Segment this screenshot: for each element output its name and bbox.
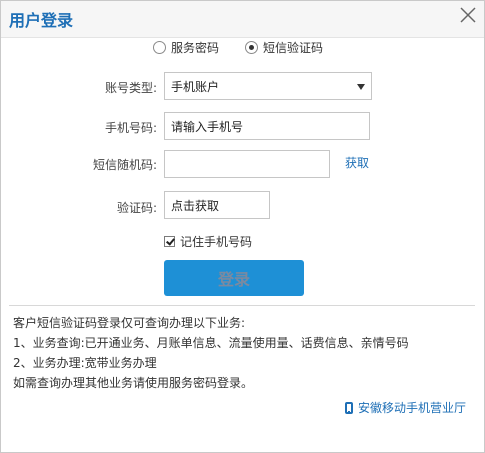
dialog-titlebar: 用户登录	[1, 1, 484, 38]
remember-label: 记住手机号码	[180, 235, 253, 249]
radio-circle-icon	[245, 41, 259, 54]
remember-phone[interactable]: 记住手机号码	[164, 233, 252, 250]
mobile-app-link[interactable]: 安徽移动手机营业厅	[344, 399, 466, 416]
login-button[interactable]: 登录	[164, 260, 304, 296]
account-type-select[interactable]: 手机账户	[164, 72, 372, 100]
login-mode-group: 服务密码 短信验证码	[153, 39, 349, 56]
radio-sms-code[interactable]: 短信验证码	[245, 39, 323, 56]
remember-checkbox[interactable]	[164, 236, 175, 247]
dialog-title: 用户登录	[9, 11, 74, 30]
chevron-down-icon	[357, 84, 365, 90]
notes-line: 1、业务查询:已开通业务、月账单信息、流量使用量、话费信息、亲情号码	[13, 336, 409, 350]
notes: 客户短信验证码登录仅可查询办理以下业务: 1、业务查询:已开通业务、月账单信息、…	[13, 313, 409, 393]
app-link-label: 安徽移动手机营业厅	[357, 401, 466, 415]
radio-label: 短信验证码	[263, 41, 324, 55]
close-icon[interactable]	[458, 5, 478, 25]
login-dialog: 用户登录 服务密码 短信验证码 账号类型: 手机账户 手机号码: 请输入手机号 …	[0, 0, 485, 453]
phone-placeholder: 请输入手机号	[171, 119, 244, 134]
phone-icon	[344, 401, 353, 414]
account-type-label: 账号类型:	[104, 81, 157, 95]
radio-service-password[interactable]: 服务密码	[153, 39, 219, 56]
notes-line: 2、业务办理:宽带业务办理	[13, 356, 157, 370]
notes-line: 如需查询办理其他业务请使用服务密码登录。	[13, 376, 254, 390]
radio-circle-icon	[153, 41, 166, 54]
account-type-value: 手机账户	[171, 79, 220, 94]
captcha-placeholder: 点击获取	[171, 198, 220, 213]
captcha-input[interactable]: 点击获取	[164, 191, 270, 219]
get-sms-code-link[interactable]: 获取	[345, 154, 369, 171]
radio-label: 服务密码	[171, 41, 220, 55]
phone-label: 手机号码:	[104, 121, 157, 135]
phone-input[interactable]: 请输入手机号	[164, 112, 370, 140]
divider	[9, 305, 475, 306]
sms-code-input[interactable]	[164, 150, 330, 178]
captcha-label: 验证码:	[116, 201, 157, 215]
sms-code-label: 短信随机码:	[92, 158, 157, 172]
notes-line: 客户短信验证码登录仅可查询办理以下业务:	[13, 316, 246, 330]
